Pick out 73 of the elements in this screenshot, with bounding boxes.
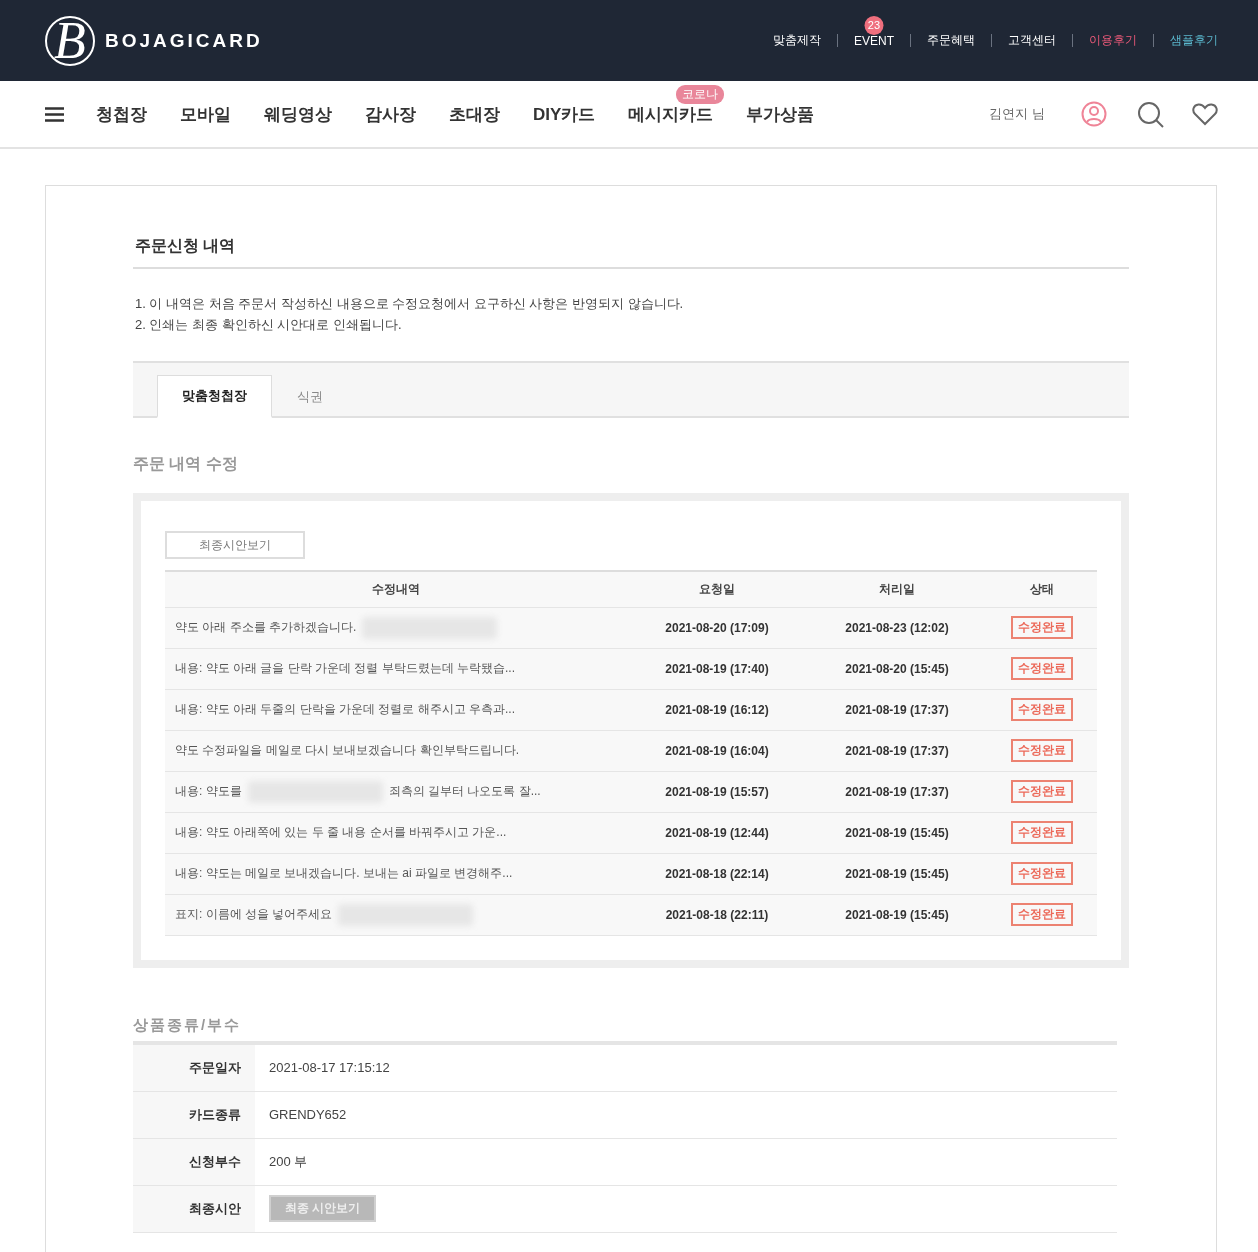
status-badge: 수정완료 xyxy=(1011,657,1073,680)
nav-item[interactable]: 부가상품 xyxy=(746,102,815,126)
table-cell: 2021-08-19 (17:37) xyxy=(845,702,949,717)
table-cell: 2021-08-19 (12:44) xyxy=(665,825,769,840)
table-cell: 죄측의 길부터 나오도록 잘... xyxy=(388,783,541,800)
status-badge: 수정완료 xyxy=(1011,903,1073,926)
column-header: 처리일 xyxy=(807,571,987,607)
nav-item[interactable]: 초대장 xyxy=(449,102,500,126)
top-link[interactable]: 주문혜택 xyxy=(927,32,975,49)
final-preview-button[interactable]: 최종시안보기 xyxy=(165,531,305,559)
notice-text: 1. 이 내역은 처음 주문서 작성하신 내용으로 수정요청에서 요구하신 사항은 반영되지 않습니다. xyxy=(135,295,685,313)
nav-badge: 코로나 xyxy=(676,84,725,104)
column-header: 상태 xyxy=(987,571,1097,607)
status-badge: 수정완료 xyxy=(1011,616,1073,639)
field-label: 주문일자 xyxy=(133,1044,255,1091)
field-label: 카드종류 xyxy=(133,1091,255,1138)
top-link[interactable]: EVENT xyxy=(854,33,894,48)
status-badge: 수정완료 xyxy=(1011,739,1073,762)
user-name: 김연지 님 xyxy=(989,105,1045,123)
top-link[interactable]: 이용후기 xyxy=(1089,32,1137,49)
field-label: 최종시안 xyxy=(133,1185,255,1232)
nav-item[interactable]: 모바일 xyxy=(180,102,231,126)
column-header: 요청일 xyxy=(627,571,807,607)
count-badge: 23 xyxy=(864,15,884,35)
status-badge: 수정완료 xyxy=(1011,862,1073,885)
table-cell: 내용: 약도는 메일로 보내겠습니다. 보내는 ai 파일로 변경해주... xyxy=(175,865,513,882)
table-cell: 2021-08-19 (16:12) xyxy=(665,702,769,717)
table-cell: 약도 수정파일을 메일로 다시 보내보겠습니다 확인부탁드립니다. xyxy=(175,742,519,759)
notice-text: 2. 인쇄는 최종 확인하신 시안대로 인쇄됩니다. xyxy=(135,316,403,334)
table-cell: 내용: 약도 아래쪽에 있는 두 줄 내용 순서를 바꿔주시고 가운... xyxy=(175,824,507,841)
status-badge: 수정완료 xyxy=(1011,780,1073,803)
top-link[interactable]: 고객센터 xyxy=(1008,32,1056,49)
table-cell: 2021-08-19 (15:45) xyxy=(845,907,949,922)
table-cell: 내용: 약도를 xyxy=(175,783,242,800)
table-cell: 2021-08-18 (22:11) xyxy=(665,907,769,922)
nav-item[interactable]: 청첩장 xyxy=(96,102,147,126)
field-label: 신청부수 xyxy=(133,1138,255,1185)
table-cell: 2021-08-18 (22:14) xyxy=(665,866,769,881)
table-cell: 2021-08-23 (12:02) xyxy=(845,620,949,635)
section-title: 상품종류/부수 xyxy=(133,1015,243,1035)
nav-item[interactable]: 메시지카드 xyxy=(628,102,714,126)
table-cell: 2021-08-19 (15:45) xyxy=(845,866,949,881)
table-cell: 2021-08-19 (17:37) xyxy=(845,784,949,799)
field-value: 200 부 xyxy=(269,1152,308,1171)
table-cell: 2021-08-19 (15:45) xyxy=(845,825,949,840)
column-header: 수정내역 xyxy=(165,571,627,607)
nav-item[interactable]: DIY카드 xyxy=(533,102,596,126)
table-cell: 2021-08-19 (17:37) xyxy=(845,743,949,758)
heart-icon[interactable] xyxy=(1192,102,1218,126)
table-cell: 2021-08-20 (17:09) xyxy=(665,620,769,635)
nav-item[interactable]: 웨딩영상 xyxy=(264,102,332,126)
table-cell: 2021-08-19 (17:40) xyxy=(665,661,769,676)
table-cell: 2021-08-20 (15:45) xyxy=(845,661,949,676)
table-cell: 2021-08-19 (15:57) xyxy=(665,784,769,799)
nav-item[interactable]: 감사장 xyxy=(365,102,416,126)
top-link[interactable]: 샘플후기 xyxy=(1170,32,1218,49)
tab[interactable]: 맞춤청첩장 xyxy=(157,375,272,418)
table-cell: 약도 아래 주소를 추가하겠습니다. xyxy=(175,619,357,636)
logo-text[interactable]: BOJAGICARD xyxy=(105,29,263,52)
table-cell: 내용: 약도 아래 두줄의 단락을 가운데 정렬로 해주시고 우측과... xyxy=(175,701,515,718)
field-value: GRENDY652 xyxy=(269,1107,347,1122)
field-value: 2021-08-17 17:15:12 xyxy=(269,1060,390,1075)
menu-icon[interactable] xyxy=(45,106,64,122)
logo-mark[interactable]: B xyxy=(45,15,95,66)
status-badge: 수정완료 xyxy=(1011,821,1073,844)
search-icon[interactable] xyxy=(1137,100,1164,128)
table-cell: 내용: 약도 아래 글을 단락 가운데 정렬 부탁드렸는데 누락됐습... xyxy=(175,660,515,677)
top-link[interactable]: 맞춤제작 xyxy=(773,32,821,49)
page-title: 주문신청 내역 xyxy=(133,236,1129,269)
table-cell: 2021-08-19 (16:04) xyxy=(665,743,769,758)
status-badge: 수정완료 xyxy=(1011,698,1073,721)
section-title: 주문 내역 수정 xyxy=(133,454,239,474)
table-cell: 표지: 이름에 성을 넣어주세요 xyxy=(175,906,333,923)
